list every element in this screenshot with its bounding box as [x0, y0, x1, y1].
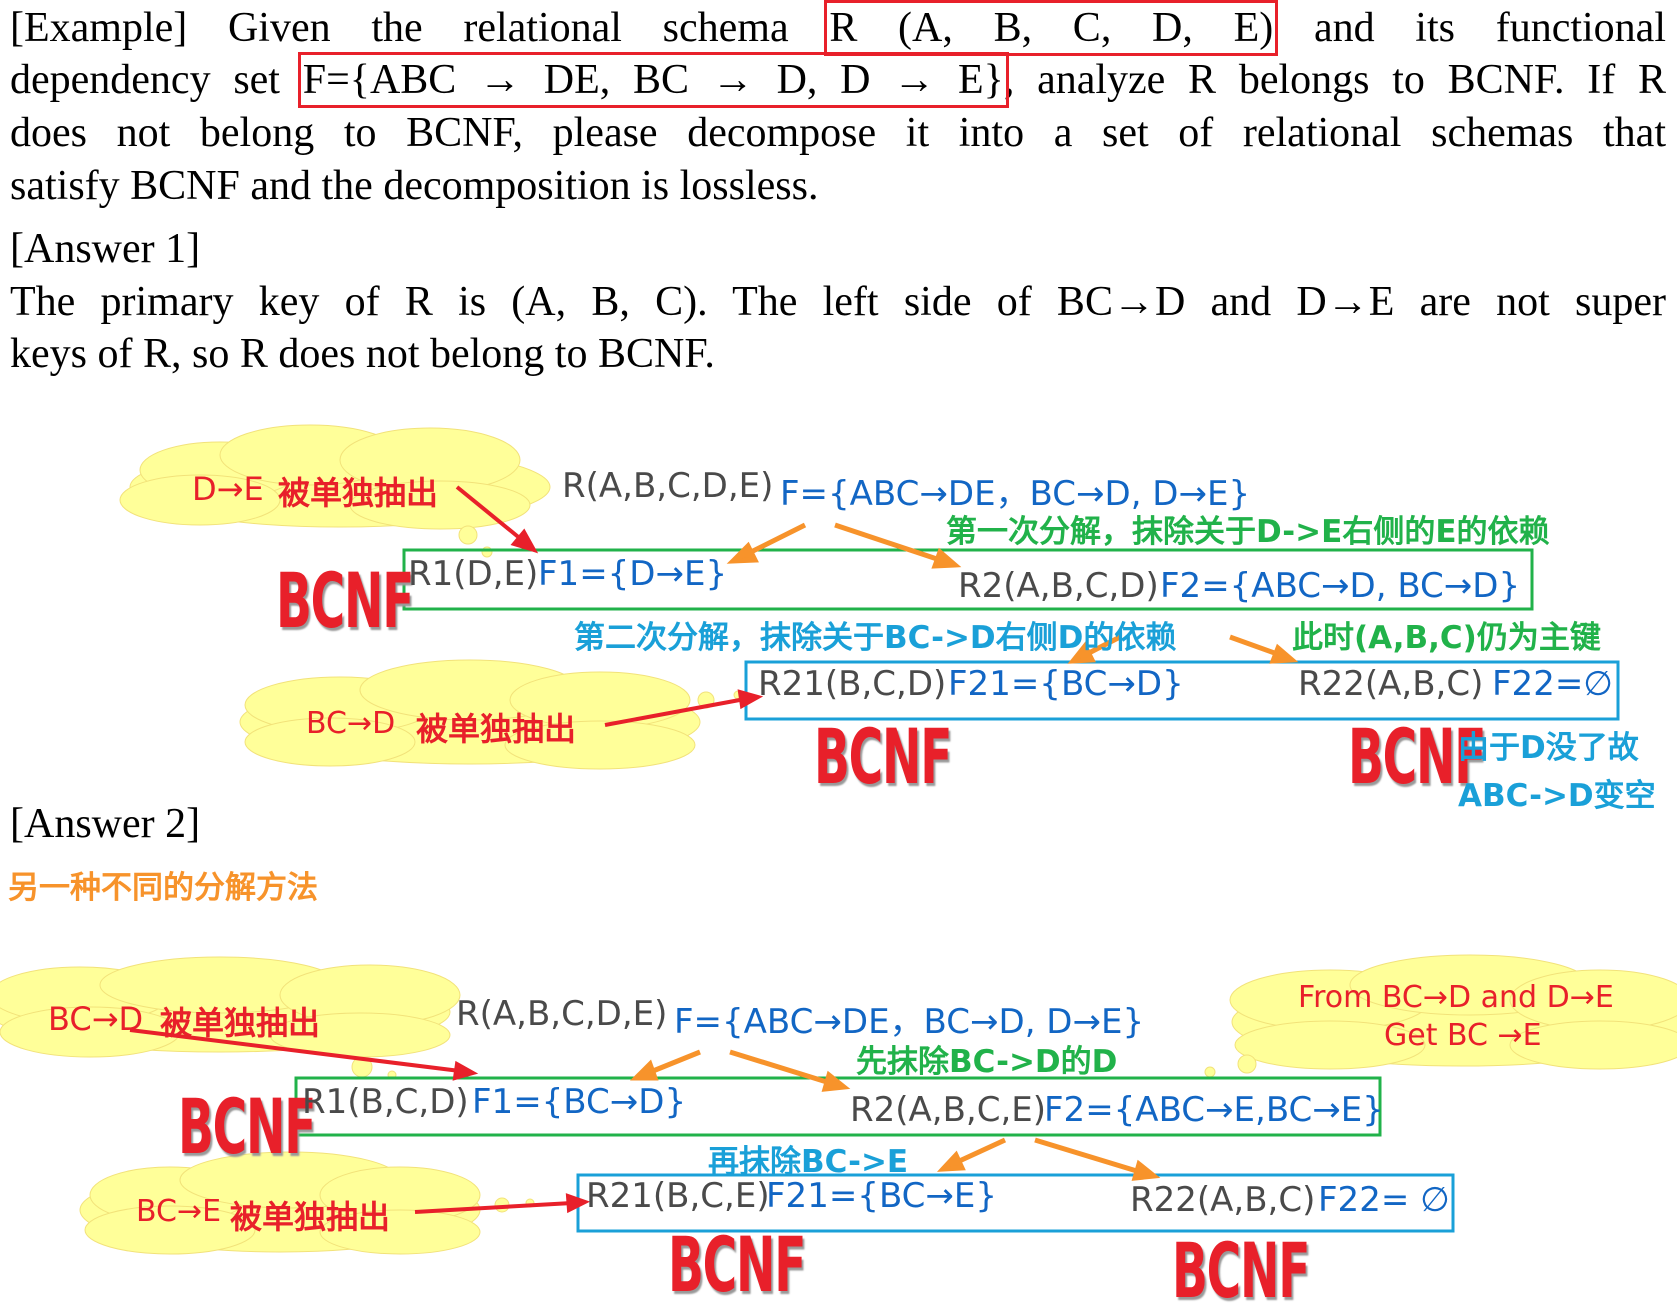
d2-cloud2-label-a: BC→E [136, 1194, 222, 1229]
d2-cloud2-label-b: 被单独抽出 [230, 1198, 391, 1236]
cloud-right-line-2: Get BC →E [1384, 1018, 1542, 1053]
cloud-right-line-1: From BC→D and D→E [1298, 980, 1614, 1015]
d2-cloud1-label-b: 被单独抽出 [160, 1004, 321, 1042]
d2-bcnf-r21: BCNF [668, 1220, 806, 1309]
d2-cloud1-label-a: BC→D [48, 1000, 144, 1038]
d2-bcnf-r1: BCNF [178, 1082, 316, 1171]
d2-r21-schema: R21(B,C,E) [586, 1176, 770, 1216]
d2-r22-fd: F22= ∅ [1318, 1180, 1450, 1220]
d2-r22-schema: R22(A,B,C) [1130, 1180, 1316, 1220]
d2-bcnf-r22: BCNF [1172, 1226, 1310, 1315]
d2-r1-fd: F1={BC→D} [472, 1082, 687, 1122]
d2-r2-fd: F2={ABC→E,BC→E} [1044, 1090, 1384, 1130]
d2-step2-note: 再抹除BC->E [708, 1144, 909, 1180]
d2-r1-schema: R1(B,C,D) [302, 1082, 469, 1122]
d2-r2-schema: R2(A,B,C,E) [850, 1090, 1047, 1130]
cloud-right [1204, 954, 1677, 1078]
d2-step1-note: 先抹除BC->D的D [856, 1044, 1118, 1080]
d2-r21-fd: F21={BC→E} [766, 1176, 998, 1216]
d2-root-schema: R(A,B,C,D,E) [456, 994, 668, 1034]
